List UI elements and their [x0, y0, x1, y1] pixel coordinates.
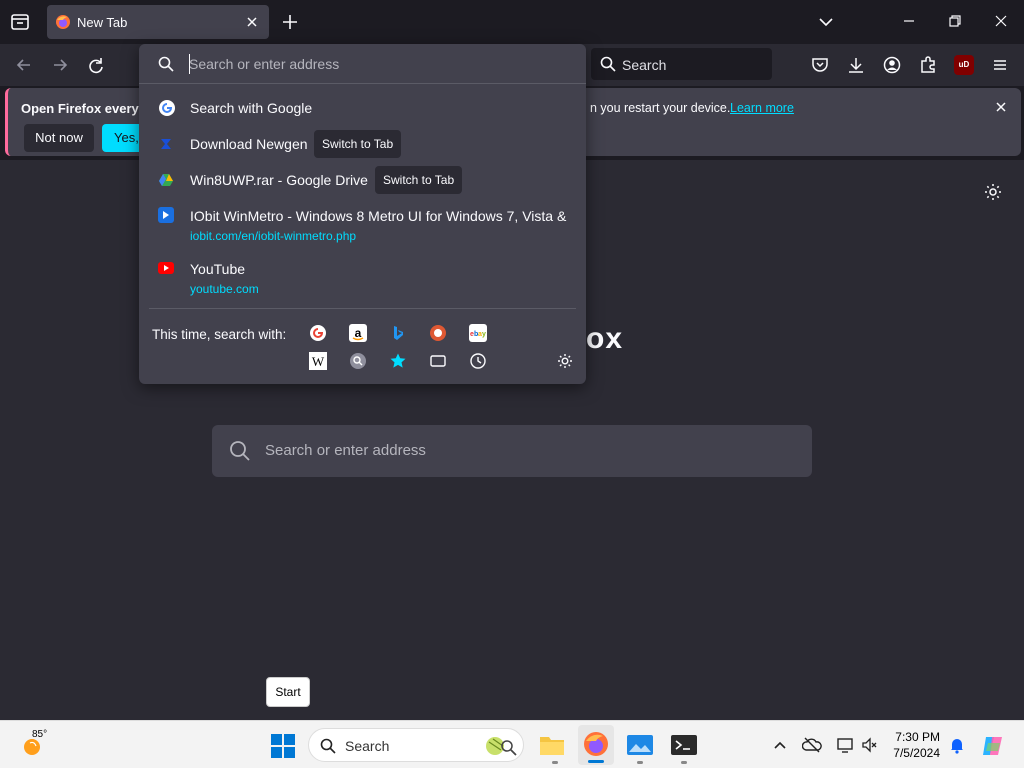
notification-title: Open Firefox every ti	[21, 101, 151, 116]
volume-muted-icon[interactable]	[860, 736, 878, 754]
forward-arrow-icon[interactable]	[50, 55, 70, 75]
reload-icon[interactable]	[86, 55, 106, 75]
search-engine-icon[interactable]	[349, 352, 367, 370]
image-app-icon[interactable]	[626, 732, 654, 758]
start-tooltip: Start	[266, 677, 310, 707]
taskbar-search-box[interactable]: Search	[308, 728, 524, 762]
newgen-icon	[158, 136, 174, 152]
downloads-icon[interactable]	[846, 55, 866, 75]
tabs-icon[interactable]	[429, 352, 447, 370]
close-window-icon[interactable]	[992, 12, 1010, 30]
address-bar-row	[139, 44, 586, 84]
tab-new-tab[interactable]: New Tab	[47, 5, 269, 39]
ebay-icon[interactable]: ebay	[469, 324, 487, 342]
running-indicator	[681, 761, 687, 764]
search-bar-label: Search	[622, 57, 667, 73]
firefox-logo-icon	[55, 14, 71, 30]
running-indicator	[552, 761, 558, 764]
notification-message: n you restart your device.	[590, 101, 731, 115]
network-icon[interactable]	[836, 736, 854, 754]
google-icon[interactable]	[309, 324, 327, 342]
address-bar-dropdown: Search with Google Download Newgen Switc…	[139, 44, 586, 384]
close-tab-icon[interactable]	[243, 13, 261, 31]
google-drive-icon	[158, 172, 174, 188]
result-row-youtube[interactable]: YouTube youtube.com	[139, 253, 586, 301]
firefox-taskbar-button[interactable]	[578, 725, 614, 765]
iobit-icon	[158, 207, 174, 223]
close-notification-icon[interactable]	[993, 99, 1009, 115]
back-arrow-icon[interactable]	[14, 55, 34, 75]
svg-text:y: y	[482, 331, 486, 338]
result-url: youtube.com	[190, 282, 259, 296]
not-now-button[interactable]: Not now	[24, 124, 94, 152]
result-title: Win8UWP.rar - Google Drive	[190, 172, 368, 188]
amazon-icon[interactable]: a	[349, 324, 367, 342]
settings-gear-icon[interactable]	[983, 182, 1003, 202]
result-title: Search with Google	[190, 100, 313, 116]
youtube-icon	[158, 261, 174, 275]
clock-time[interactable]: 7:30 PM	[880, 730, 940, 744]
search-icon	[157, 55, 175, 73]
onedrive-offline-icon[interactable]	[802, 736, 822, 754]
result-title: YouTube	[190, 261, 246, 277]
bing-icon[interactable]	[389, 324, 407, 342]
extensions-puzzle-icon[interactable]	[918, 55, 938, 75]
switch-to-tab-button[interactable]: Switch to Tab	[314, 130, 402, 158]
clock-date[interactable]: 7/5/2024	[880, 746, 940, 760]
file-explorer-icon[interactable]	[538, 732, 566, 758]
text-cursor	[189, 54, 190, 74]
switch-to-tab-button[interactable]: Switch to Tab	[375, 166, 463, 194]
search-icon	[229, 440, 251, 462]
firefox-view-icon[interactable]	[10, 12, 30, 32]
search-settings-gear-icon[interactable]	[556, 352, 574, 370]
google-icon	[158, 99, 176, 117]
pocket-icon[interactable]	[810, 55, 830, 75]
result-title: IObit WinMetro - Windows 8 Metro UI for …	[190, 208, 567, 224]
svg-text:a: a	[355, 326, 362, 340]
weather-temperature: 85°	[32, 729, 48, 740]
copilot-icon[interactable]	[980, 733, 1006, 759]
ublock-origin-icon[interactable]: uD	[954, 55, 974, 75]
notification-bell-icon[interactable]	[948, 736, 966, 754]
new-tab-search-placeholder: Search or enter address	[265, 442, 426, 459]
menu-hamburger-icon[interactable]	[990, 55, 1010, 75]
taskbar-search-label: Search	[345, 738, 390, 754]
show-hidden-icons-chevron-icon[interactable]	[772, 737, 788, 753]
result-url: iobit.com/en/iobit-winmetro.php	[190, 229, 357, 243]
account-icon[interactable]	[882, 55, 902, 75]
list-all-tabs-chevron-icon[interactable]	[816, 12, 836, 32]
tab-title: New Tab	[77, 15, 128, 30]
firefox-wordmark: ox	[586, 322, 624, 355]
search-icon	[319, 737, 337, 755]
active-indicator	[588, 760, 604, 763]
history-clock-icon[interactable]	[469, 352, 487, 370]
svg-text:W: W	[312, 354, 325, 369]
result-row-search-google[interactable]: Search with Google	[139, 90, 586, 126]
tab-strip: New Tab	[0, 0, 1024, 44]
bookmarks-star-icon[interactable]	[389, 352, 407, 370]
search-with-label: This time, search with:	[152, 327, 287, 342]
result-row-iobit-winmetro[interactable]: IObit WinMetro - Windows 8 Metro UI for …	[139, 200, 586, 248]
duckduckgo-icon[interactable]	[429, 324, 447, 342]
result-row-download-newgen[interactable]: Download Newgen Switch to Tab	[139, 126, 586, 162]
learn-more-link[interactable]: Learn more	[730, 101, 794, 115]
windows-taskbar: 85° Search 7:30 PM 7/5/2024	[0, 720, 1024, 768]
search-bar[interactable]: Search	[591, 48, 772, 80]
search-icon	[599, 55, 617, 73]
running-indicator	[637, 761, 643, 764]
result-row-google-drive[interactable]: Win8UWP.rar - Google Drive Switch to Tab	[139, 162, 586, 198]
new-tab-search-box[interactable]: Search or enter address	[212, 425, 812, 477]
search-highlight-icon	[483, 734, 519, 758]
divider	[149, 308, 576, 309]
terminal-icon[interactable]	[670, 732, 698, 758]
restore-window-icon[interactable]	[946, 12, 964, 30]
firefox-logo-icon	[583, 731, 609, 757]
new-tab-plus-icon[interactable]	[280, 12, 300, 32]
address-bar-input[interactable]	[189, 53, 569, 75]
result-title: Download Newgen	[190, 136, 308, 152]
minimize-window-icon[interactable]	[900, 12, 918, 30]
windows-start-icon[interactable]	[270, 733, 296, 759]
wikipedia-icon[interactable]: W	[309, 352, 327, 370]
